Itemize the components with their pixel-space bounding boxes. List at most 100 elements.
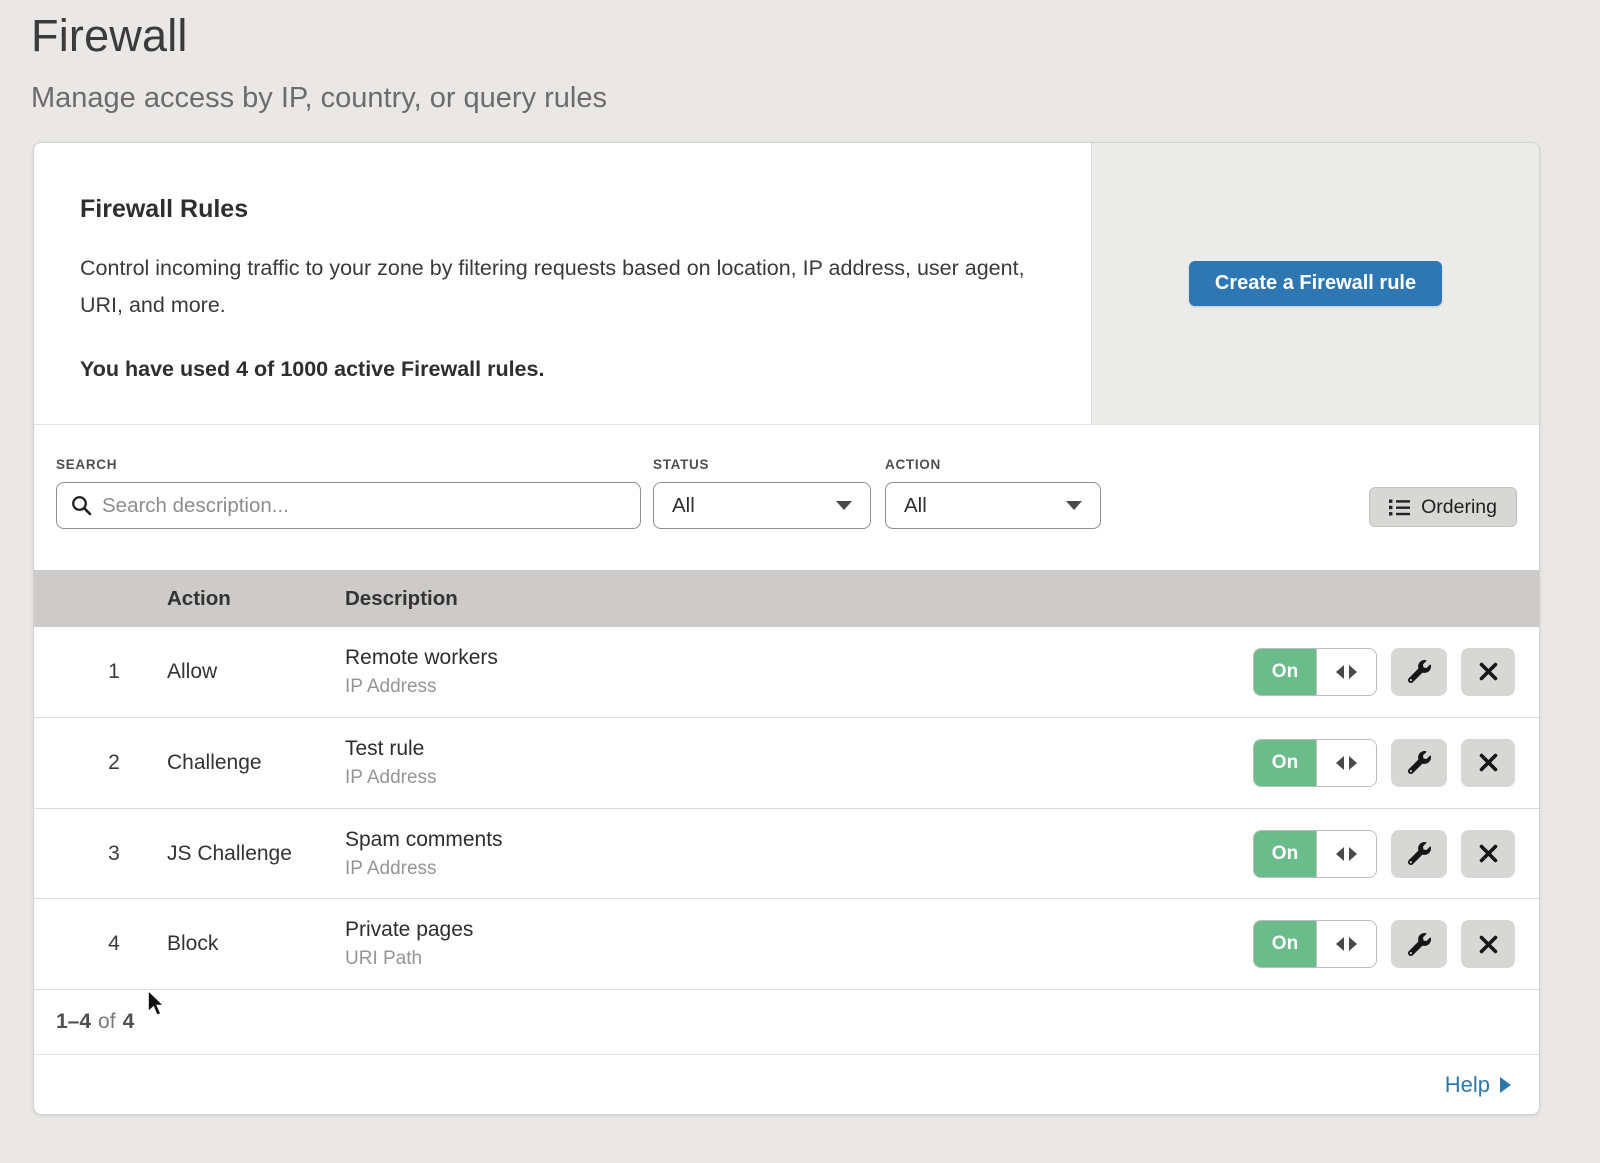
toggle-handle[interactable] [1316, 831, 1376, 877]
rule-controls: On [1253, 739, 1515, 787]
chevron-down-icon [836, 501, 852, 510]
table-row: 1 Allow Remote workers IP Address On [34, 627, 1539, 718]
action-select-value: All [904, 494, 927, 518]
rule-controls: On [1253, 830, 1515, 878]
rule-priority: 3 [86, 842, 142, 866]
help-link[interactable]: Help [1445, 1072, 1511, 1098]
search-icon [71, 495, 92, 516]
wrench-icon [1408, 933, 1431, 956]
rule-controls: On [1253, 648, 1515, 696]
toggle-on-label: On [1254, 921, 1316, 967]
table-row: 4 Block Private pages URI Path On [34, 899, 1539, 990]
rule-description: Test rule IP Address [345, 737, 1253, 789]
rule-enabled-toggle[interactable]: On [1253, 648, 1377, 696]
help-arrow-icon [1500, 1077, 1511, 1093]
table-row: 3 JS Challenge Spam comments IP Address … [34, 809, 1539, 900]
search-label: SEARCH [56, 457, 117, 472]
arrow-left-icon [1336, 756, 1344, 770]
toggle-on-label: On [1254, 649, 1316, 695]
search-input[interactable] [102, 494, 626, 518]
section-heading: Firewall Rules [80, 195, 1031, 224]
page-header: Firewall Manage access by IP, country, o… [0, 0, 1600, 115]
wrench-icon [1408, 660, 1431, 683]
table-row: 2 Challenge Test rule IP Address On [34, 718, 1539, 809]
pagination-range: 1–4 [56, 1010, 91, 1034]
ordering-button[interactable]: Ordering [1369, 487, 1517, 527]
pagination-total: 4 [123, 1010, 135, 1034]
edit-rule-button[interactable] [1391, 830, 1447, 878]
rule-match-type: IP Address [345, 676, 1253, 698]
delete-rule-button[interactable] [1461, 648, 1515, 696]
rule-description-title: Remote workers [345, 646, 1253, 670]
wrench-icon [1408, 842, 1431, 865]
arrow-left-icon [1336, 937, 1344, 951]
page-subtitle: Manage access by IP, country, or query r… [31, 82, 1600, 115]
rule-enabled-toggle[interactable]: On [1253, 739, 1377, 787]
close-icon [1479, 935, 1498, 954]
create-rule-panel: Create a Firewall rule [1091, 143, 1539, 424]
rule-match-type: IP Address [345, 858, 1253, 880]
arrow-right-icon [1349, 756, 1357, 770]
arrow-left-icon [1336, 847, 1344, 861]
close-icon [1479, 844, 1498, 863]
pagination-of: of [98, 1010, 116, 1034]
close-icon [1479, 753, 1498, 772]
rule-description: Remote workers IP Address [345, 646, 1253, 698]
edit-rule-button[interactable] [1391, 648, 1447, 696]
rule-description: Private pages URI Path [345, 918, 1253, 970]
rule-enabled-toggle[interactable]: On [1253, 920, 1377, 968]
filters-section: SEARCH STATUS All ACTION All [34, 425, 1539, 570]
column-header-description: Description [345, 587, 458, 611]
delete-rule-button[interactable] [1461, 920, 1515, 968]
card-footer: Help [34, 1055, 1539, 1114]
rule-description-title: Test rule [345, 737, 1253, 761]
status-label: STATUS [653, 457, 709, 472]
ordered-list-icon [1389, 498, 1410, 517]
section-description: Control incoming traffic to your zone by… [80, 250, 1025, 324]
rule-description-title: Spam comments [345, 828, 1253, 852]
arrow-right-icon [1349, 665, 1357, 679]
ordering-button-label: Ordering [1421, 496, 1497, 519]
rule-priority: 2 [86, 751, 142, 775]
toggle-handle[interactable] [1316, 921, 1376, 967]
action-label: ACTION [885, 457, 941, 472]
rule-action: Challenge [167, 751, 345, 775]
status-select[interactable]: All [653, 482, 871, 529]
column-header-action: Action [167, 587, 345, 611]
toggle-handle[interactable] [1316, 740, 1376, 786]
toggle-handle[interactable] [1316, 649, 1376, 695]
delete-rule-button[interactable] [1461, 830, 1515, 878]
usage-summary: You have used 4 of 1000 active Firewall … [80, 357, 1031, 382]
firewall-rules-card: Firewall Rules Control incoming traffic … [33, 142, 1540, 1115]
edit-rule-button[interactable] [1391, 920, 1447, 968]
action-select[interactable]: All [885, 482, 1101, 529]
arrow-left-icon [1336, 665, 1344, 679]
create-firewall-rule-button[interactable]: Create a Firewall rule [1189, 261, 1442, 306]
rule-action: Allow [167, 660, 345, 684]
toggle-on-label: On [1254, 831, 1316, 877]
rule-controls: On [1253, 920, 1515, 968]
search-box[interactable] [56, 482, 641, 529]
pagination: 1–4 of 4 [34, 990, 1539, 1055]
status-select-value: All [672, 494, 695, 518]
rule-description: Spam comments IP Address [345, 828, 1253, 880]
arrow-right-icon [1349, 937, 1357, 951]
arrow-right-icon [1349, 847, 1357, 861]
rule-action: JS Challenge [167, 842, 345, 866]
table-header: Action Description [34, 570, 1539, 627]
toggle-on-label: On [1254, 740, 1316, 786]
rule-description-title: Private pages [345, 918, 1253, 942]
rule-match-type: URI Path [345, 948, 1253, 970]
rule-priority: 1 [86, 660, 142, 684]
rule-match-type: IP Address [345, 767, 1253, 789]
chevron-down-icon [1066, 501, 1082, 510]
intro-text-block: Firewall Rules Control incoming traffic … [34, 143, 1091, 424]
intro-section: Firewall Rules Control incoming traffic … [34, 143, 1539, 425]
rule-priority: 4 [86, 932, 142, 956]
help-link-label: Help [1445, 1072, 1490, 1098]
rule-action: Block [167, 932, 345, 956]
delete-rule-button[interactable] [1461, 739, 1515, 787]
edit-rule-button[interactable] [1391, 739, 1447, 787]
close-icon [1479, 662, 1498, 681]
rule-enabled-toggle[interactable]: On [1253, 830, 1377, 878]
